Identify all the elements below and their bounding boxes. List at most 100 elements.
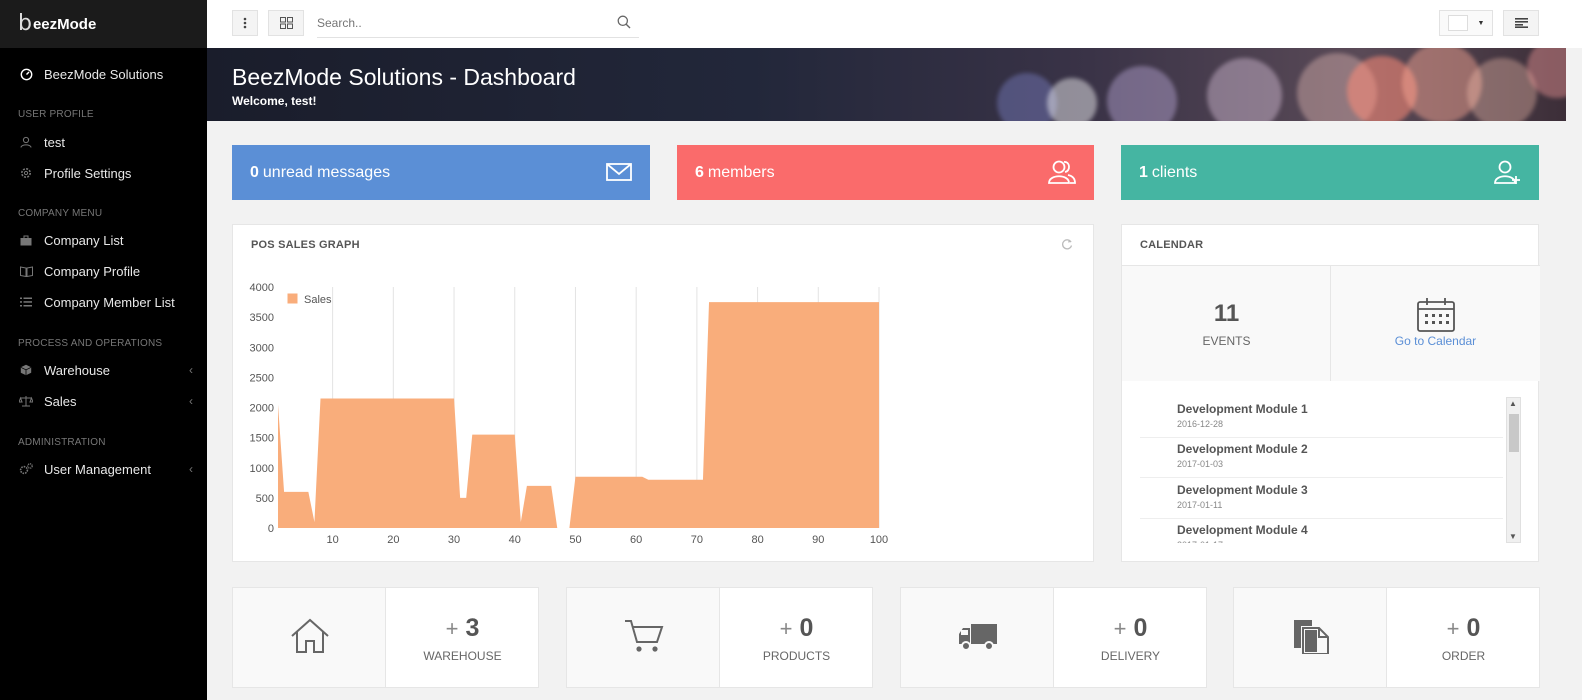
list-item[interactable]: Development Module 2 2017-01-03 <box>1140 437 1503 478</box>
y-tick-label: 1000 <box>250 463 274 475</box>
sidebar-item-sales[interactable]: Sales ‹ <box>0 389 207 413</box>
sidebar-heading-user-profile: USER PROFILE <box>18 109 94 120</box>
tile-count: + 0 <box>1446 614 1481 642</box>
grid-view-button[interactable] <box>268 10 304 36</box>
brand-text: eezMode <box>32 15 97 33</box>
search-icon[interactable] <box>617 15 631 34</box>
y-tick-label: 0 <box>268 523 274 535</box>
sidebar-item-user-management[interactable]: User Management ‹ <box>0 457 207 481</box>
tile-count: + 0 <box>1113 614 1148 642</box>
caret-down-icon: ▼ <box>1477 19 1485 27</box>
list-item[interactable]: Development Module 1 2016-12-28 <box>1140 397 1503 438</box>
y-axis-ticks: 0 500 1000 1500 2000 2500 3000 3500 4000 <box>250 282 274 535</box>
event-date: 2017-01-03 <box>1177 459 1224 469</box>
x-tick-label: 90 <box>812 534 824 546</box>
brand-logo[interactable]: b eezMode <box>0 0 207 48</box>
sidebar-item-label: Profile Settings <box>44 165 132 181</box>
pos-sales-graph-panel: POS SALES GRAPH 0 500 1000 1500 2000 2500 3000… <box>232 224 1094 562</box>
search-box <box>317 10 639 38</box>
tile-warehouse[interactable]: + 3 WAREHOUSE <box>232 587 539 688</box>
events-label: EVENTS <box>1202 334 1251 348</box>
sidebar: b eezMode BeezMode Solutions USER PROFIL… <box>0 0 207 700</box>
sidebar-heading-process-operations: PROCESS AND OPERATIONS <box>18 338 163 349</box>
cogs-icon <box>18 463 34 475</box>
y-tick-label: 2500 <box>250 372 274 384</box>
x-tick-label: 20 <box>387 534 399 546</box>
stat-unread-messages[interactable]: 0 unread messages <box>232 145 650 200</box>
y-tick-label: 3500 <box>250 312 274 324</box>
go-to-calendar-section[interactable]: Go to Calendar <box>1331 266 1540 381</box>
event-title: Development Module 3 <box>1177 483 1308 497</box>
sidebar-item-company-list[interactable]: Company List <box>0 228 207 252</box>
vertical-dots-icon <box>243 17 247 29</box>
y-tick-label: 500 <box>256 493 274 505</box>
sidebar-item-label: Sales <box>44 393 77 409</box>
event-title: Development Module 2 <box>1177 442 1308 456</box>
x-tick-label: 10 <box>327 534 339 546</box>
bokeh-light-decoration <box>1107 66 1177 121</box>
list-item[interactable]: Development Module 4 2017-01-17 <box>1140 518 1503 543</box>
scale-icon <box>18 395 34 407</box>
documents-icon <box>1291 618 1331 659</box>
search-input[interactable] <box>317 10 607 36</box>
event-date: 2017-01-11 <box>1177 500 1223 510</box>
event-list-scrollbar[interactable]: ▲ ▼ <box>1506 397 1521 543</box>
y-tick-label: 3000 <box>250 342 274 354</box>
sidebar-item-profile-settings[interactable]: Profile Settings <box>0 161 207 185</box>
y-tick-label: 2000 <box>250 403 274 415</box>
side-panel-toggle-button[interactable] <box>1503 10 1539 36</box>
briefcase-icon <box>18 235 34 246</box>
x-tick-label: 30 <box>448 534 460 546</box>
panel-list-icon <box>1514 18 1528 28</box>
user-avatar-dropdown[interactable]: ▼ <box>1439 10 1493 36</box>
sidebar-item-company-profile[interactable]: Company Profile <box>0 259 207 283</box>
sidebar-heading-company-menu: COMPANY MENU <box>18 208 103 219</box>
calendar-summary: 11 EVENTS Go to Calendar <box>1122 265 1540 381</box>
tile-delivery[interactable]: + 0 DELIVERY <box>900 587 1207 688</box>
welcome-message: Welcome, test! <box>232 94 317 108</box>
x-tick-label: 100 <box>870 534 888 546</box>
sales-area-series <box>278 302 879 528</box>
sales-chart: 0 500 1000 1500 2000 2500 3000 3500 4000 10 20 30 4… <box>250 282 889 546</box>
y-tick-label: 1500 <box>250 433 274 445</box>
brand-mark: b <box>18 11 32 36</box>
sidebar-item-warehouse[interactable]: Warehouse ‹ <box>0 358 207 382</box>
tile-order[interactable]: + 0 ORDER <box>1233 587 1540 688</box>
sidebar-item-test[interactable]: test <box>0 130 207 154</box>
calendar-panel: CALENDAR 11 EVENTS Go to Calendar Develo… <box>1121 224 1540 562</box>
stat-value: 6 <box>695 163 704 181</box>
y-tick-label: 4000 <box>250 282 274 294</box>
stat-label: clients <box>1151 163 1198 181</box>
stat-value: 1 <box>1139 163 1148 181</box>
scroll-thumb[interactable] <box>1509 414 1519 452</box>
chevron-left-icon: ‹ <box>189 462 193 476</box>
panel-title: CALENDAR <box>1140 239 1204 251</box>
sidebar-item-label: Company Profile <box>44 263 141 279</box>
book-icon <box>18 265 34 277</box>
scroll-down-icon[interactable]: ▼ <box>1509 532 1517 541</box>
tile-label: WAREHOUSE <box>423 649 502 663</box>
stat-label: members <box>707 163 775 181</box>
sidebar-item-label: Warehouse <box>44 362 110 378</box>
users-icon <box>1048 159 1076 190</box>
list-item[interactable]: Development Module 3 2017-01-11 <box>1140 478 1503 519</box>
stat-clients[interactable]: 1 clients <box>1121 145 1539 200</box>
sidebar-item-label: User Management <box>44 461 151 477</box>
scroll-up-icon[interactable]: ▲ <box>1509 399 1517 408</box>
stat-members[interactable]: 6 members <box>677 145 1094 200</box>
top-bar: ▼ <box>207 0 1582 48</box>
tile-products[interactable]: + 0 PRODUCTS <box>566 587 873 688</box>
more-menu-button[interactable] <box>232 10 258 36</box>
event-date: 2017-01-17 <box>1177 540 1223 543</box>
bokeh-light-decoration <box>1207 58 1282 121</box>
sidebar-item-label: Company Member List <box>44 294 175 310</box>
bokeh-light-decoration <box>1047 78 1097 121</box>
x-axis-ticks: 10 20 30 40 50 60 70 80 90 100 <box>327 534 889 546</box>
sidebar-item-org[interactable]: BeezMode Solutions <box>0 62 207 86</box>
go-to-calendar-link[interactable]: Go to Calendar <box>1331 334 1540 348</box>
sidebar-item-company-member-list[interactable]: Company Member List <box>0 290 207 314</box>
sidebar-item-label: test <box>44 134 65 150</box>
stat-value: 0 <box>250 163 259 181</box>
sidebar-item-label: BeezMode Solutions <box>44 66 164 82</box>
x-tick-label: 40 <box>509 534 521 546</box>
